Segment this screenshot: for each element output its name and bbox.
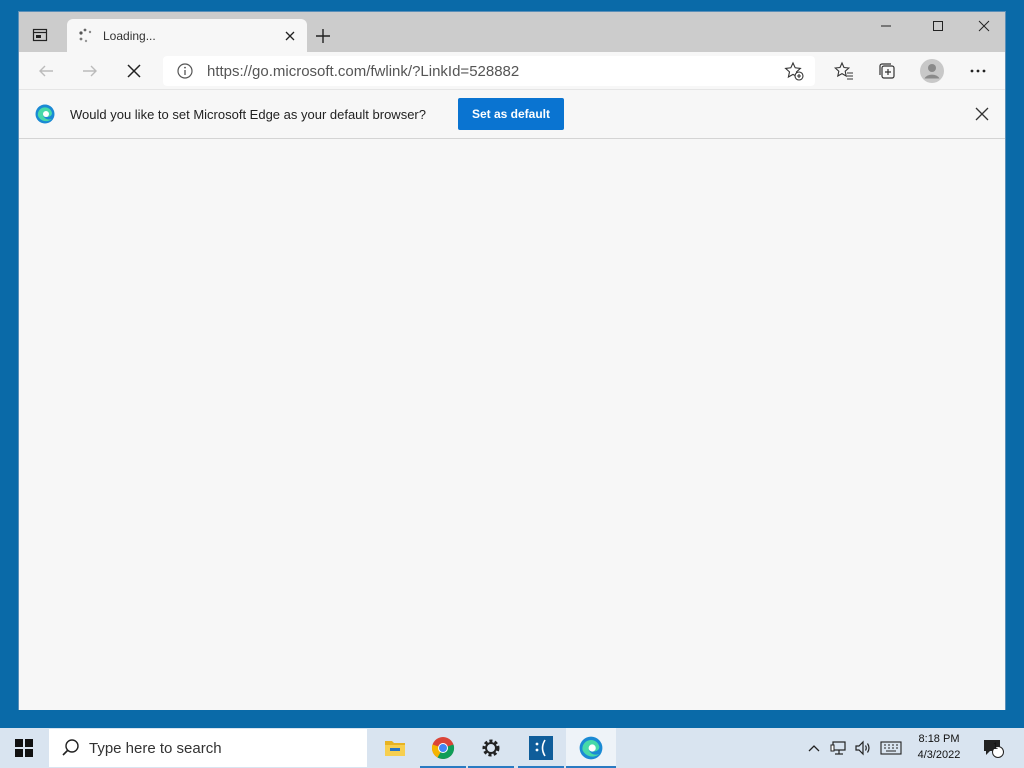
browser-window: Loading... https://go.microsoft.com/fwli… xyxy=(18,11,1006,710)
edge-logo-icon xyxy=(35,104,55,124)
taskbar: Type here to search 8:18 PM 4/3/2022 1 xyxy=(0,728,1024,768)
tab-title: Loading... xyxy=(103,28,156,43)
address-bar[interactable]: https://go.microsoft.com/fwlink/?LinkId=… xyxy=(163,56,815,86)
infobar-close-icon[interactable] xyxy=(973,105,991,123)
clock-time: 8:18 PM xyxy=(918,733,960,745)
search-placeholder: Type here to search xyxy=(89,739,222,757)
window-close-icon[interactable] xyxy=(961,12,1007,40)
stop-loading-icon[interactable] xyxy=(119,56,149,86)
more-options-icon[interactable] xyxy=(963,56,993,86)
page-content xyxy=(19,140,1005,710)
network-icon[interactable] xyxy=(828,728,850,768)
keyboard-icon[interactable] xyxy=(878,728,904,768)
forward-icon[interactable] xyxy=(75,56,105,86)
maximize-icon[interactable] xyxy=(915,12,961,40)
settings-gear-icon[interactable] xyxy=(468,728,514,768)
add-favorite-icon[interactable] xyxy=(783,60,805,82)
volume-icon[interactable] xyxy=(852,728,874,768)
profile-avatar[interactable] xyxy=(917,56,947,86)
toolbar: https://go.microsoft.com/fwlink/?LinkId=… xyxy=(19,52,1005,90)
title-bar: Loading... xyxy=(19,12,1005,52)
default-browser-infobar: Would you like to set Microsoft Edge as … xyxy=(19,90,1005,139)
infobar-message: Would you like to set Microsoft Edge as … xyxy=(70,107,426,122)
taskbar-clock[interactable]: 8:18 PM 4/3/2022 xyxy=(904,731,974,765)
collections-icon[interactable] xyxy=(872,56,902,86)
minimize-icon[interactable] xyxy=(863,12,909,40)
new-tab-icon[interactable] xyxy=(313,26,333,46)
tab-actions-icon[interactable] xyxy=(29,24,51,46)
file-explorer-icon[interactable] xyxy=(372,728,418,768)
tab-close-icon[interactable] xyxy=(281,27,299,45)
chrome-icon[interactable] xyxy=(420,728,466,768)
favorites-icon[interactable] xyxy=(829,56,859,86)
notifications-icon[interactable]: 1 xyxy=(980,728,1006,768)
loading-spinner-icon xyxy=(77,27,95,45)
site-info-icon[interactable] xyxy=(175,61,195,81)
notifications-count: 1 xyxy=(993,741,999,751)
windows-start-icon[interactable] xyxy=(0,728,48,768)
back-icon[interactable] xyxy=(31,56,61,86)
edge-taskbar-icon[interactable] xyxy=(566,728,616,768)
set-as-default-button[interactable]: Set as default xyxy=(458,98,564,130)
taskbar-search-input[interactable]: Type here to search xyxy=(49,729,367,767)
terminal-app-icon[interactable] xyxy=(518,728,564,768)
clock-date: 4/3/2022 xyxy=(917,749,961,761)
tab-active[interactable]: Loading... xyxy=(67,19,307,52)
url-text[interactable]: https://go.microsoft.com/fwlink/?LinkId=… xyxy=(207,63,783,80)
show-hidden-icons-chevron-up-icon[interactable] xyxy=(806,728,822,768)
search-icon xyxy=(61,738,81,758)
